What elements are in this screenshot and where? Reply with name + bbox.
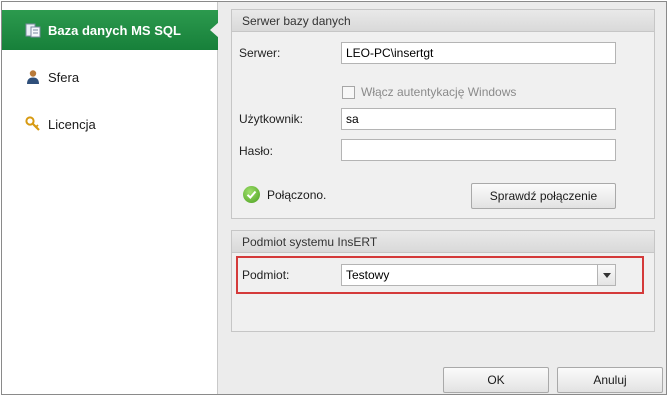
check-icon bbox=[243, 186, 260, 203]
entity-select[interactable]: Testowy bbox=[341, 264, 616, 286]
sidebar-item-label: Sfera bbox=[48, 69, 80, 85]
server-label: Serwer: bbox=[239, 46, 281, 60]
server-input[interactable] bbox=[341, 42, 616, 64]
sidebar-item-database[interactable]: Baza danych MS SQL bbox=[2, 10, 219, 50]
user-label: Użytkownik: bbox=[239, 112, 304, 126]
sidebar-item-label: Licencja bbox=[48, 116, 96, 132]
entity-label: Podmiot: bbox=[242, 268, 290, 282]
chevron-down-icon[interactable] bbox=[597, 265, 615, 285]
sidebar: Baza danych MS SQL Sfera Licencja bbox=[2, 2, 219, 394]
connection-status: Połączono. bbox=[243, 186, 326, 203]
database-icon bbox=[24, 21, 42, 39]
ok-button[interactable]: OK bbox=[443, 367, 549, 393]
group-title: Serwer bazy danych bbox=[232, 10, 654, 32]
sidebar-item-label: Baza danych MS SQL bbox=[48, 22, 181, 38]
sidebar-item-sfera[interactable]: Sfera bbox=[2, 57, 218, 97]
entity-select-value: Testowy bbox=[346, 268, 390, 282]
windows-auth-row[interactable]: Włącz autentykację Windows bbox=[342, 85, 516, 99]
user-icon bbox=[24, 68, 42, 86]
cancel-button[interactable]: Anuluj bbox=[557, 367, 663, 393]
test-connection-button[interactable]: Sprawdź połączenie bbox=[471, 183, 616, 209]
password-label: Hasło: bbox=[239, 144, 274, 158]
password-input[interactable] bbox=[341, 139, 616, 161]
active-indicator bbox=[210, 22, 219, 38]
windows-auth-label: Włącz autentykację Windows bbox=[361, 85, 517, 99]
status-text: Połączono. bbox=[267, 187, 327, 202]
windows-auth-checkbox[interactable] bbox=[342, 85, 355, 99]
group-title: Podmiot systemu InsERT bbox=[232, 231, 654, 253]
key-icon bbox=[24, 115, 42, 133]
settings-window: Baza danych MS SQL Sfera Licencja Serwer… bbox=[1, 1, 667, 395]
user-input[interactable] bbox=[341, 108, 616, 130]
sidebar-item-licencja[interactable]: Licencja bbox=[2, 104, 218, 144]
